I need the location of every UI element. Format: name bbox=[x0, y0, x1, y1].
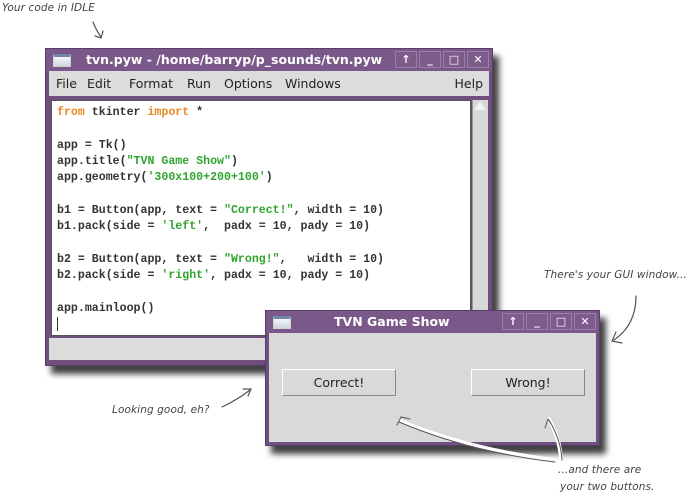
gui-arrow-icon bbox=[611, 295, 637, 344]
looking-good-arrow-icon bbox=[221, 388, 252, 408]
annotation-arrows bbox=[92, 21, 637, 463]
idle-arrow-icon bbox=[92, 21, 104, 39]
